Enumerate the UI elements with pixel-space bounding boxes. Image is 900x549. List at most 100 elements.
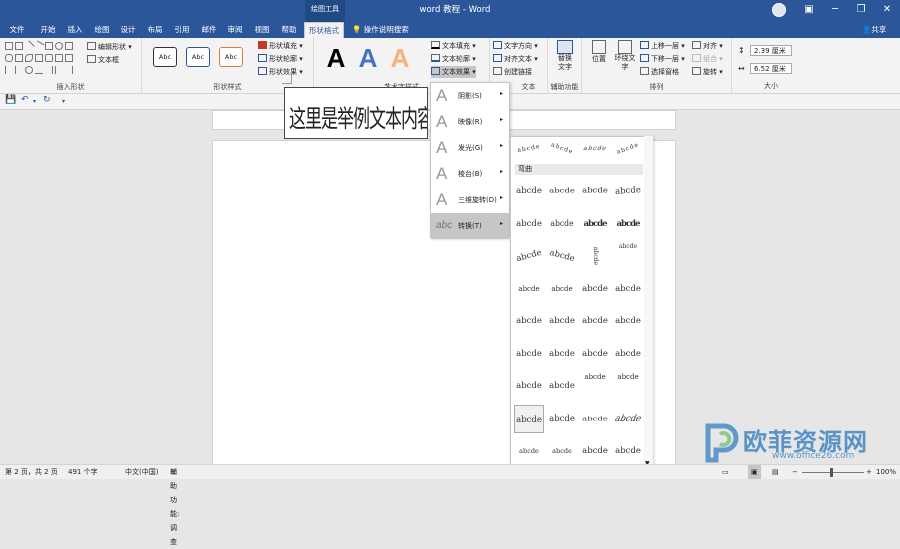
selection-pane-button[interactable]: 选择窗格 [640,66,679,78]
undo-dropdown-icon[interactable]: ▾ [33,98,36,105]
transform-preset-warp[interactable]: abcde [547,275,577,303]
text-direction-button[interactable]: 文字方向 ▾ [493,40,538,52]
tab-file[interactable]: 文件 [4,22,30,38]
transform-preset-warp[interactable]: abcde [613,275,643,303]
selected-textbox[interactable]: 这里是举例文本内容。 [284,87,428,139]
shape-style-1[interactable]: Abc [153,47,177,67]
language-indicator[interactable]: 中文(中国) [125,465,158,479]
alt-text-button[interactable]: 替换 文字 [555,40,575,72]
align-button[interactable]: 对齐 ▾ [692,40,723,52]
transform-preset-warp[interactable]: abcde [549,210,576,238]
tab-insert[interactable]: 插入 [62,22,88,38]
tab-mailings[interactable]: 邮件 [196,22,222,38]
word-count[interactable]: 491 个字 [68,465,98,479]
transform-preset-warp[interactable]: abcde [580,307,610,335]
transform-preset-warp[interactable]: abcde [547,180,577,202]
tell-me-search[interactable]: 💡 操作说明搜索 [352,22,409,38]
transform-preset-warp[interactable]: abcde [580,340,610,368]
transform-preset-path[interactable]: abcde [512,137,546,165]
transform-preset-warp[interactable]: abcde [514,307,544,335]
transform-preset-warp[interactable]: abcde [613,340,643,368]
redo-icon[interactable]: ↻ [43,95,51,105]
page-count[interactable]: 第 2 页，共 2 页 [5,465,58,479]
transform-preset-warp[interactable]: abcde [580,372,610,400]
transform-preset-warp[interactable]: abcde [514,177,544,205]
save-icon[interactable]: 💾 [5,95,16,105]
restore-button[interactable]: ❐ [848,0,874,20]
transform-preset-warp[interactable]: abcde [580,179,610,203]
wordart-style-black[interactable]: A [322,42,350,74]
zoom-slider[interactable] [802,472,864,473]
shape-style-2[interactable]: Abc [186,47,210,67]
wrap-text-button[interactable]: 环绕文 字 [612,40,638,72]
tab-design[interactable]: 设计 [115,22,141,38]
share-button[interactable]: 👤共享 [862,22,886,38]
transform-preset-warp[interactable]: abcde [613,242,643,270]
create-link-button[interactable]: 创建链接 [493,66,532,78]
bring-forward-button[interactable]: 上移一层 ▾ [640,40,685,52]
zoom-in-icon[interactable]: + [866,465,872,479]
textbox-button[interactable]: 文本框 [87,54,119,66]
transform-preset-warp[interactable]: abcde [514,372,544,400]
tab-view[interactable]: 视图 [249,22,275,38]
menu-item-shadow[interactable]: A 阴影(S) ▸ [431,83,509,109]
menu-item-3d-rotation[interactable]: A 三维旋转(D) ▸ [431,187,509,213]
transform-preset-warp[interactable]: abcde [613,210,643,238]
shape-outline-button[interactable]: 形状轮廓 ▾ [258,53,303,65]
zoom-slider-thumb[interactable] [830,468,833,477]
customize-qat-icon[interactable]: ▾ [62,98,65,105]
send-backward-button[interactable]: 下移一层 ▾ [640,53,685,65]
textbox-content[interactable]: 这里是举例文本内容。 [289,98,427,134]
focus-mode-icon[interactable]: ▭ [722,465,729,479]
shape-effects-button[interactable]: 形状效果 ▾ [258,66,303,78]
menu-item-bevel[interactable]: A 棱台(B) ▸ [431,161,509,187]
transform-preset-warp[interactable]: abcde [544,239,580,274]
tab-review[interactable]: 审阅 [222,22,248,38]
shape-style-3[interactable]: Abc [219,47,243,67]
transform-preset-warp[interactable]: abcde [580,275,610,303]
transform-preset-warp[interactable]: abcde [581,241,609,271]
shape-fill-button[interactable]: 形状填充 ▾ [258,40,303,52]
menu-item-transform[interactable]: abc 转换(T) ▸ [431,213,509,239]
transform-preset-warp[interactable]: abcde [613,437,643,465]
rotate-button[interactable]: 旋转 ▾ [692,66,723,78]
zoom-level[interactable]: 100% [876,465,896,479]
text-fill-button[interactable]: 文本填充 ▾ [431,40,476,52]
transform-preset-warp[interactable]: abcde [612,176,644,206]
transform-preset-warp[interactable]: abcde [511,239,547,274]
transform-preset-path[interactable]: abcde [609,137,647,167]
align-text-button[interactable]: 对齐文本 ▾ [493,53,538,65]
text-effects-button[interactable]: 文本效果 ▾ [431,66,476,78]
transform-preset-warp[interactable]: abcde [547,307,577,335]
position-button[interactable]: 位置 [588,40,610,64]
wordart-style-blue[interactable]: A [354,42,382,74]
web-layout-icon[interactable]: ▤ [772,465,779,479]
text-outline-button[interactable]: 文本轮廓 ▾ [431,53,476,65]
edit-shape-button[interactable]: 编辑形状 ▾ [87,41,132,53]
transform-preset-warp[interactable]: abcde [580,210,610,238]
transform-preset-warp[interactable]: abcde [547,340,577,368]
transform-preset-warp[interactable]: abcde [547,437,577,465]
transform-preset-warp[interactable]: abcde [613,307,643,335]
print-layout-icon[interactable]: ▣ [748,465,761,479]
transform-preset-warp[interactable]: abcde [514,437,544,465]
minimize-button[interactable]: ─ [822,0,848,20]
shape-width-input[interactable]: 6.52 厘米 [750,63,792,74]
tab-help[interactable]: 帮助 [276,22,302,38]
transform-preset-warp[interactable]: abcde [514,210,544,238]
ribbon-display-options-button[interactable]: ▣ [796,0,822,20]
close-button[interactable]: ✕ [874,0,900,20]
gallery-scrollbar[interactable]: ▼ [644,136,653,474]
tab-layout[interactable]: 布局 [142,22,168,38]
wordart-style-orange[interactable]: A [386,42,414,74]
tab-home[interactable]: 开始 [35,22,61,38]
zoom-out-icon[interactable]: − [792,465,798,479]
transform-preset-warp[interactable]: abcde [514,340,544,368]
tab-draw[interactable]: 绘图 [89,22,115,38]
transform-preset-warp[interactable]: abcde [514,275,544,303]
undo-icon[interactable]: ↶ [21,95,29,105]
group-button[interactable]: 组合 ▾ [692,53,723,65]
shapes-gallery[interactable] [5,40,81,74]
transform-preset-warp[interactable]: abcde [580,437,610,465]
shape-height-input[interactable]: 2.39 厘米 [750,45,792,56]
